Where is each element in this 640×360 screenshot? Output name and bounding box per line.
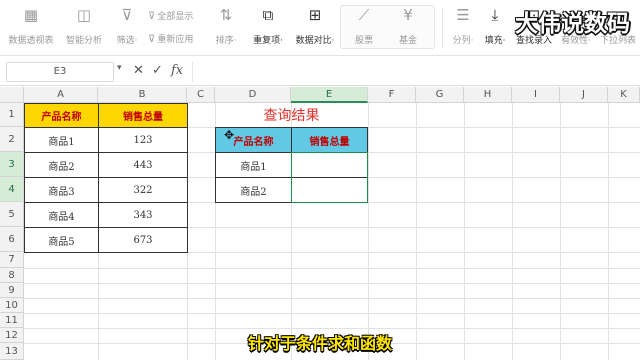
name-box[interactable]: E3 [6, 62, 114, 82]
column-header-a[interactable]: A [24, 87, 98, 103]
cell-a4[interactable]: 商品3 [24, 177, 99, 203]
duplicate-button[interactable]: ⧉ 重复项· [248, 4, 288, 52]
column-header-i[interactable]: I [512, 87, 560, 103]
row-header-9[interactable]: 9 [0, 283, 24, 298]
row-header-1[interactable]: 1 [0, 103, 24, 127]
watermark-text: 大伟说数码 [515, 11, 630, 37]
query-title: 查询结果 [263, 108, 320, 124]
column-header-e[interactable]: E [291, 87, 368, 103]
cell-a1[interactable]: 产品名称 [24, 103, 99, 128]
column-header-g[interactable]: G [416, 87, 464, 103]
row-header-4[interactable]: 4 [0, 177, 24, 202]
row-header-10[interactable]: 10 [0, 298, 24, 313]
filter-icon: ⊽ [121, 6, 133, 24]
cell-e2[interactable]: 销售总量 [291, 127, 368, 153]
gridline [24, 328, 640, 329]
selection-range [291, 152, 368, 203]
column-header-d[interactable]: D [215, 87, 291, 103]
data-compare-button[interactable]: ⊞ 数据对比· [292, 4, 338, 52]
gridline [368, 103, 369, 360]
duplicate-icon: ⧉ [262, 6, 274, 24]
smart-analysis-button[interactable]: ◫ 智能分析 [62, 4, 106, 52]
row-header-8[interactable]: 8 [0, 268, 24, 283]
show-all-icon: ⊽ [148, 11, 156, 22]
show-all-button[interactable]: ⊽ 全部显示 [148, 9, 193, 22]
cell-b4[interactable]: 322 [98, 177, 188, 203]
cell-a2[interactable]: 商品1 [24, 127, 99, 153]
gridline [464, 103, 465, 360]
gridline [512, 103, 513, 360]
split-column-button[interactable]: ☰ 分列· [448, 4, 478, 52]
gridline [24, 268, 640, 269]
video-subtitle: 针对于条件求和函数 [247, 334, 392, 353]
cell-b3[interactable]: 443 [98, 152, 188, 178]
fund-icon: ¥ [403, 6, 413, 24]
formula-bar: E3 ▾ ✕ ✓ fx [0, 58, 640, 86]
confirm-icon[interactable]: ✓ [152, 63, 163, 78]
gridline [560, 103, 561, 360]
fill-icon: ⤓ [491, 6, 499, 24]
stock-button[interactable]: ⟋ 股票 [346, 4, 382, 52]
column-header-j[interactable]: J [560, 87, 608, 103]
cell-a6[interactable]: 商品5 [24, 227, 99, 253]
cancel-icon[interactable]: ✕ [133, 63, 144, 78]
column-header-k[interactable]: K [608, 87, 640, 103]
reapply-icon: ⊽ [148, 34, 156, 45]
column-header-b[interactable]: B [98, 87, 187, 103]
data-compare-icon: ⊞ [308, 6, 322, 24]
select-all-corner[interactable] [0, 87, 24, 103]
sort-icon: ⇅ [219, 6, 233, 24]
cell-d3[interactable]: 商品1 [215, 152, 292, 178]
cell-b5[interactable]: 343 [98, 202, 188, 228]
filter-button[interactable]: ⊽ 筛选· [112, 4, 142, 52]
gridline [608, 103, 609, 360]
cell-b6[interactable]: 673 [98, 227, 188, 253]
ribbon-divider [442, 8, 443, 48]
split-column-icon: ☰ [456, 6, 470, 24]
cell-a5[interactable]: 商品4 [24, 202, 99, 228]
gridline [24, 298, 640, 299]
gridline [24, 283, 640, 284]
pivot-table-icon: ▦ [23, 6, 39, 24]
cell-a3[interactable]: 商品2 [24, 152, 99, 178]
gridline [24, 313, 640, 314]
fund-button[interactable]: ¥ 基金 [390, 4, 426, 52]
sort-button[interactable]: ⇅ 排序· [210, 4, 242, 52]
spreadsheet-grid: A B C D E F G H I J K 1 2 3 4 5 6 7 8 9 … [0, 87, 640, 360]
row-header-3[interactable]: 3 [0, 152, 24, 177]
formula-input[interactable] [192, 62, 638, 82]
reapply-button[interactable]: ⊽ 重新应用 [148, 32, 193, 45]
row-header-7[interactable]: 7 [0, 252, 24, 268]
smart-analysis-icon: ◫ [76, 6, 92, 24]
row-header-11[interactable]: 11 [0, 313, 24, 328]
cell-d4[interactable]: 商品2 [215, 177, 292, 203]
gridline [416, 103, 417, 360]
pivot-table-button[interactable]: ▦ 数据透视表 [6, 4, 56, 52]
chevron-down-icon[interactable]: ▾ [117, 63, 122, 73]
cell-b1[interactable]: 销售总量 [98, 103, 188, 128]
column-header-h[interactable]: H [464, 87, 512, 103]
row-header-5[interactable]: 5 [0, 202, 24, 227]
move-cursor-icon: ✥ [224, 128, 235, 142]
row-header-6[interactable]: 6 [0, 227, 24, 252]
column-header-c[interactable]: C [187, 87, 215, 103]
fill-button[interactable]: ⤓ 填充· [482, 4, 508, 52]
fx-icon[interactable]: fx [171, 63, 183, 78]
row-header-2[interactable]: 2 [0, 127, 24, 152]
stock-icon: ⟋ [358, 6, 370, 24]
cell-b2[interactable]: 123 [98, 127, 188, 153]
column-header-f[interactable]: F [368, 87, 416, 103]
